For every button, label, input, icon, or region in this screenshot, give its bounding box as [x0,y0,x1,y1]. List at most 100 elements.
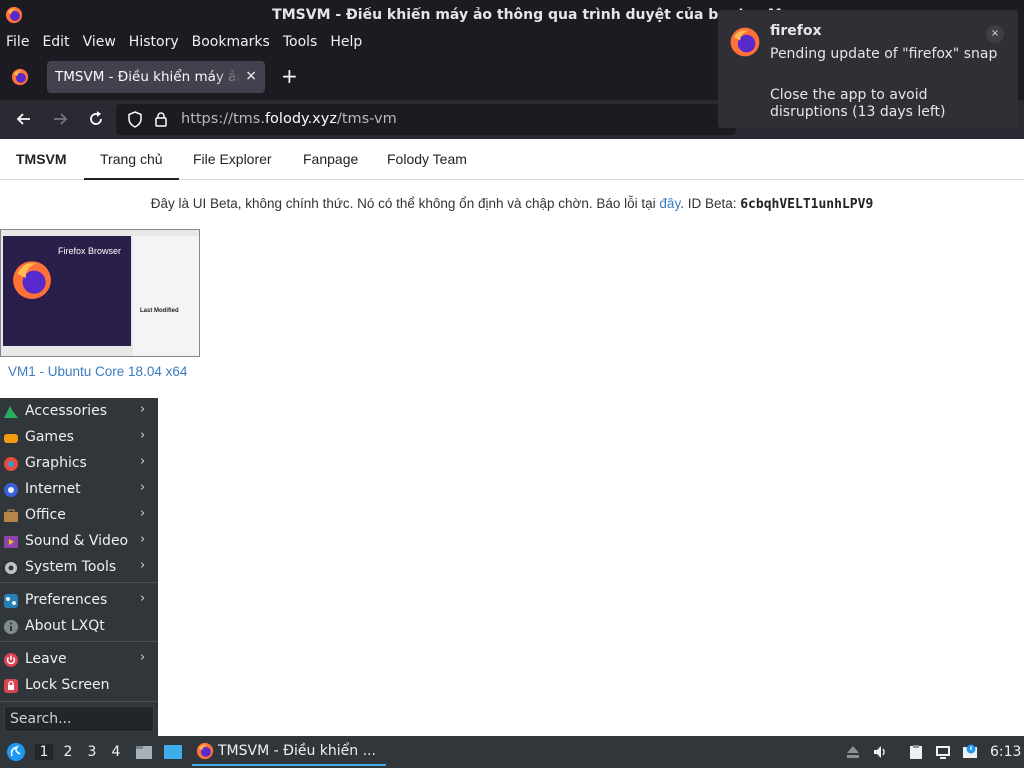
menu-file[interactable]: File [0,34,36,50]
vm-screen-window [133,236,199,356]
menu-search-input[interactable]: Search... [4,706,154,732]
nav-trang-chu[interactable]: Trang chủ [84,139,179,180]
preferences-icon [4,594,18,608]
menu-item-label: Graphics [25,455,87,471]
vm-thumbnail[interactable]: Firefox Browser Last Modified [0,229,200,357]
menu-item-label: Preferences [25,592,108,608]
task-label: TMSVM - Điều khiển ... [218,743,376,759]
chevron-right-icon: › [140,402,146,417]
internet-globe-icon [4,483,18,497]
menu-bookmarks[interactable]: Bookmarks [186,34,277,50]
menu-history[interactable]: History [123,34,186,50]
menu-item-label: System Tools [25,559,117,575]
menu-separator [0,582,158,583]
beta-id: 6cbqhVELT1unhLPV9 [740,197,874,212]
menu-separator [0,641,158,642]
menu-item-about-lxqt[interactable]: About LXQt [0,614,158,640]
new-tab-button[interactable]: + [281,64,298,88]
volume-icon[interactable] [872,744,888,760]
menu-help[interactable]: Help [324,34,369,50]
chevron-right-icon: › [140,532,146,547]
vm-name-link[interactable]: VM1 - Ubuntu Core 18.04 x64 [8,364,187,379]
power-icon [4,653,18,667]
nav-folody-team[interactable]: Folody Team [387,139,467,180]
menu-item-label: Internet [25,481,81,497]
notification-app-name: firefox [770,23,822,39]
url-host: folody.xyz [264,111,337,127]
notification-line2: Close the app to avoid disruptions (13 d… [770,87,946,120]
url-text[interactable]: https://tms.folody.xyz/tms-vm [181,111,397,127]
notification-line1: Pending update of "firefox" snap [770,46,998,62]
chevron-right-icon: › [140,480,146,495]
desktop-2-button[interactable]: 2 [59,744,77,760]
chevron-right-icon: › [140,428,146,443]
notification-popup[interactable]: firefox × Pending update of "firefox" sn… [718,10,1018,128]
menu-item-internet[interactable]: Internet › [0,477,158,503]
clipboard-icon[interactable] [908,744,924,760]
vm-thumb-title: Firefox Browser [58,246,122,256]
url-bar[interactable]: https://tms.folody.xyz/tms-vm [116,104,736,135]
lock-screen-icon [4,679,18,693]
firefox-logo-icon [13,261,51,299]
menu-item-leave[interactable]: Leave › [0,647,158,673]
firefox-logo-icon [196,742,214,760]
site-brand[interactable]: TMSVM [16,139,67,180]
menu-item-accessories[interactable]: Accessories › [0,399,158,425]
menu-item-label: Office [25,507,66,523]
multimedia-icon [4,536,18,548]
menu-item-lock-screen[interactable]: Lock Screen [0,673,158,699]
desktop-3-button[interactable]: 3 [83,744,101,760]
desktop-4-button[interactable]: 4 [107,744,125,760]
menu-item-games[interactable]: Games › [0,425,158,451]
notification-close-button[interactable]: × [986,25,1004,43]
chevron-right-icon: › [140,558,146,573]
shield-icon[interactable] [127,111,143,128]
menu-item-label: About LXQt [25,618,105,634]
firefox-view-icon[interactable] [11,68,29,86]
chevron-right-icon: › [140,506,146,521]
menu-item-preferences[interactable]: Preferences › [0,588,158,614]
menu-item-graphics[interactable]: Graphics › [0,451,158,477]
menu-item-label: Leave [25,651,67,667]
taskbar-firefox-task[interactable]: TMSVM - Điều khiển ... [192,738,386,766]
eject-icon[interactable] [845,744,861,760]
reload-icon[interactable] [86,109,106,129]
chevron-right-icon: › [140,454,146,469]
app-menu: Accessories › Games › Graphics › Interne… [0,398,158,736]
update-notifier-icon[interactable] [962,744,978,760]
menu-tools[interactable]: Tools [277,34,325,50]
lock-icon[interactable] [154,111,168,128]
menu-edit[interactable]: Edit [36,34,76,50]
accessories-icon [4,406,18,418]
menu-separator [0,701,158,702]
show-desktop-icon[interactable] [163,743,183,761]
tab-tmsvm[interactable]: TMSVM - Điều khiển máy ảo × [47,61,265,93]
menu-item-label: Sound & Video [25,533,129,549]
network-icon[interactable] [935,744,951,760]
url-prefix: https://tms. [181,111,265,127]
system-tools-icon [5,562,17,574]
forward-icon[interactable] [50,109,70,129]
menu-item-sound-video[interactable]: Sound & Video › [0,529,158,555]
back-icon[interactable] [14,109,34,129]
menu-item-system-tools[interactable]: System Tools › [0,555,158,581]
site-navbar: TMSVM Trang chủ File Explorer Fanpage Fo… [0,139,1024,180]
lxqt-start-icon[interactable] [6,742,26,762]
clock[interactable]: 6:13 [990,744,1021,760]
nav-file-explorer[interactable]: File Explorer [193,139,272,180]
menu-view[interactable]: View [77,34,123,50]
tab-close-button[interactable]: × [245,68,257,84]
firefox-logo-icon [5,6,23,24]
file-manager-icon[interactable] [135,743,153,761]
desktop-1-button[interactable]: 1 [35,744,53,760]
url-path: /tms-vm [336,111,397,127]
menu-item-label: Accessories [25,403,108,419]
report-link[interactable]: đây [659,196,680,211]
info-icon [4,620,18,634]
notice-text: Đây là UI Beta, không chính thức. Nó có … [150,196,660,211]
tab-label: TMSVM - Điều khiển máy ảo [55,69,241,85]
menu-item-label: Lock Screen [25,677,110,693]
menu-item-office[interactable]: Office › [0,503,158,529]
id-label: . ID Beta: [680,196,741,211]
nav-fanpage[interactable]: Fanpage [303,139,358,180]
